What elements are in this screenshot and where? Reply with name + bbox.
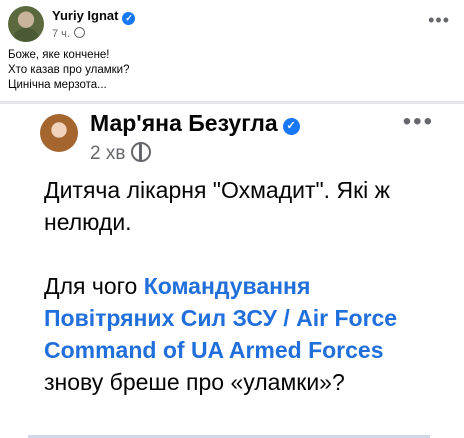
post-text: Боже, яке кончене! Хто казав про уламки?… [8,48,130,93]
shared-paragraph-1: Дитяча лікарня "Охмадит". Які ж нелюди. [44,177,391,235]
shared-paragraph-2: Для чого Командування Повітряних Сил ЗСУ… [44,270,444,398]
shared-author-name: Мар'яна Безугла ✓ [90,110,300,137]
post-text-line: Цинічна мерзота... [8,79,107,91]
shared-author-name-text: Мар'яна Безугла [90,110,278,136]
author-name[interactable]: Yuriy Ignat ✓ [52,8,136,25]
shared-meta: 2 хв [90,142,152,165]
shared-verified-badge-icon: ✓ [282,118,300,135]
post-timestamp[interactable]: 7 ч. [52,28,70,40]
post-text-line: Хто казав про уламки? [8,64,130,76]
post-header: Yuriy Ignat ✓ 7 ч. ••• [8,6,456,46]
author-avatar[interactable] [8,6,44,42]
author-name-text[interactable]: Yuriy Ignat [52,8,118,23]
post-meta: 7 ч. [52,27,85,40]
facebook-post: Yuriy Ignat ✓ 7 ч. ••• Боже, яке кончене!… [0,0,464,438]
shared-paragraph-2-start: Для чого [44,273,144,299]
shared-post-text: Дитяча лікарня "Охмадит". Які ж нелюди. … [44,174,444,398]
shared-screenshot[interactable]: Мар'яна Безугла ✓ 2 хв ••• Дитяча лікарня… [0,104,464,438]
shared-more-options-icon: ••• [402,108,434,135]
shared-paragraph-2-end: знову бреше про «уламки»? [44,369,345,395]
post-text-line: Боже, яке кончене! [8,49,110,61]
more-options-icon[interactable]: ••• [428,10,450,31]
shared-author-avatar [40,114,78,152]
globe-icon [131,142,152,162]
verified-badge-icon: ✓ [122,12,136,25]
privacy-small-icon [73,27,85,38]
shared-timestamp: 2 хв [90,143,126,164]
